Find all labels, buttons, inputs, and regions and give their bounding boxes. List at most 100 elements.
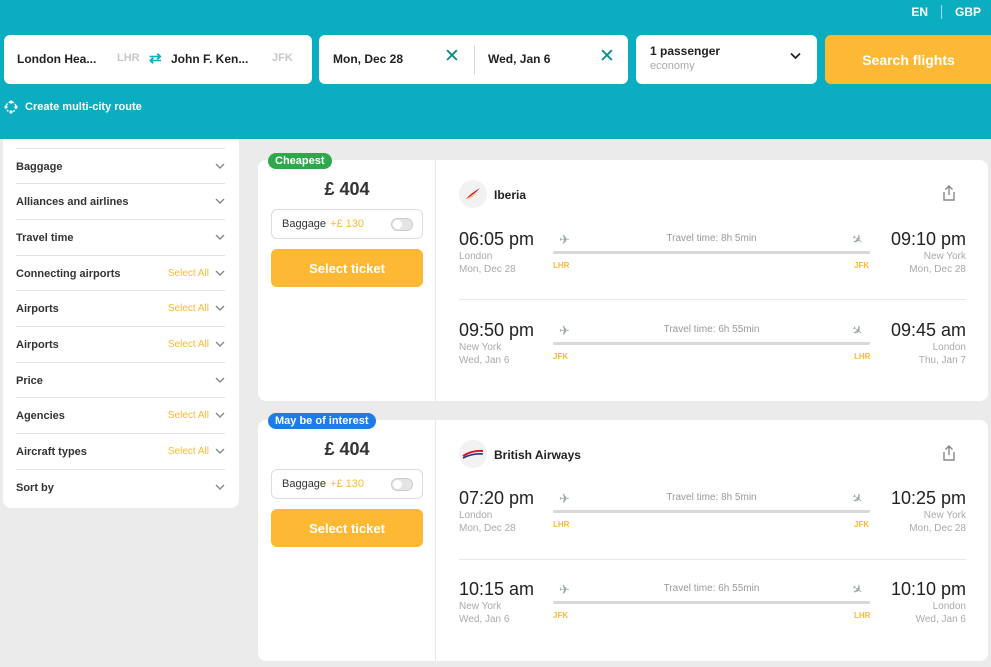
from-airport-code: JFK: [553, 352, 569, 361]
arrival-time: 10:25 pm: [890, 488, 966, 508]
chevron-down-icon: [215, 412, 225, 418]
multi-city-label: Create multi-city route: [25, 101, 142, 113]
swap-icon[interactable]: ⇄: [149, 49, 162, 67]
destination-field[interactable]: John F. Ken...: [171, 52, 248, 66]
select-all-link[interactable]: Select All: [168, 339, 209, 350]
toggle-switch[interactable]: [391, 218, 413, 231]
filter-baggage[interactable]: Baggage: [16, 148, 225, 184]
filter-label: Sort by: [16, 481, 54, 494]
airline-name: British Airways: [494, 448, 581, 462]
clear-return-icon[interactable]: ✕: [599, 47, 615, 66]
arrival-city: New York: [923, 251, 966, 262]
filter-label: Price: [16, 374, 43, 387]
airline-logo: [459, 440, 487, 468]
from-airport-code: JFK: [553, 611, 569, 620]
chevron-down-icon: [215, 341, 225, 347]
departure-date: Mon, Dec 28: [459, 264, 516, 275]
divider: [435, 160, 436, 401]
arrival-time: 09:10 pm: [890, 229, 966, 249]
chevron-down-icon: [215, 448, 225, 454]
iberia-logo-icon: [466, 188, 480, 199]
filter-connecting-airports[interactable]: Connecting airports Select All: [16, 255, 225, 291]
top-nav: EN GBP: [911, 5, 981, 19]
search-flights-button[interactable]: Search flights: [825, 35, 991, 84]
divider: [459, 559, 966, 560]
to-airport-code: LHR: [854, 611, 871, 620]
filter-label: Alliances and airlines: [16, 195, 129, 208]
currency-selector[interactable]: GBP: [955, 5, 981, 19]
ticket-price: £ 404: [324, 179, 370, 199]
ticket-price: £ 404: [324, 439, 370, 459]
route-box: London Hea... LHR ⇄ John F. Ken... JFK: [4, 35, 312, 84]
outbound-leg: 06:05 pm London Mon, Dec 28 ✈ Travel tim…: [459, 229, 966, 289]
origin-field[interactable]: London Hea...: [17, 52, 96, 66]
baggage-label: Baggage: [282, 218, 327, 230]
origin-code: LHR: [117, 52, 140, 64]
clear-depart-icon[interactable]: ✕: [444, 47, 460, 66]
arrival-date: Mon, Dec 28: [909, 264, 966, 275]
baggage-toggle[interactable]: Baggage +£ 130: [271, 469, 423, 499]
language-selector[interactable]: EN: [911, 5, 928, 19]
route-icon: [4, 100, 18, 114]
arrival-time: 09:45 am: [890, 320, 966, 340]
select-all-link[interactable]: Select All: [168, 303, 209, 314]
toggle-switch[interactable]: [391, 478, 413, 491]
share-icon[interactable]: [942, 185, 956, 201]
route-line: [553, 510, 870, 513]
departure-city: New York: [459, 601, 502, 612]
filter-label: Travel time: [16, 231, 74, 244]
result-card: Cheapest £ 404 Baggage +£ 130 Select tic…: [258, 153, 988, 401]
filter-price[interactable]: Price: [16, 362, 225, 398]
departure-date: Wed, Jan 6: [459, 614, 510, 625]
search-header: EN GBP London Hea... LHR ⇄ John F. Ken..…: [0, 0, 991, 139]
filter-airports-arrival[interactable]: Airports Select All: [16, 326, 225, 362]
cabin-class: economy: [650, 60, 695, 72]
select-all-link[interactable]: Select All: [168, 410, 209, 421]
filter-airports-departure[interactable]: Airports Select All: [16, 290, 225, 326]
select-ticket-button[interactable]: Select ticket: [271, 509, 423, 547]
baggage-extra-price: +£ 130: [330, 218, 364, 230]
return-leg: 09:50 pm New York Wed, Jan 6 ✈ Travel ti…: [459, 320, 966, 380]
arrival-date: Mon, Dec 28: [909, 523, 966, 534]
travel-time: Travel time: 6h 55min: [663, 583, 760, 594]
departure-time: 10:15 am: [459, 579, 535, 599]
british-airways-logo-icon: [462, 449, 484, 459]
passenger-selector[interactable]: 1 passenger economy: [636, 35, 817, 84]
select-all-link[interactable]: Select All: [168, 446, 209, 457]
arrival-date: Wed, Jan 6: [915, 614, 966, 625]
departure-date: Wed, Jan 6: [459, 355, 510, 366]
cheapest-badge: Cheapest: [268, 153, 332, 169]
depart-date-field[interactable]: Mon, Dec 28: [333, 52, 403, 66]
select-all-link[interactable]: Select All: [168, 268, 209, 279]
airline-logo: [459, 180, 487, 208]
arrival-city: London: [932, 342, 966, 353]
select-ticket-button[interactable]: Select ticket: [271, 249, 423, 287]
filter-aircraft-types[interactable]: Aircraft types Select All: [16, 433, 225, 469]
filter-label: Connecting airports: [16, 267, 121, 280]
baggage-toggle[interactable]: Baggage +£ 130: [271, 209, 423, 239]
chevron-down-icon: [215, 484, 225, 490]
share-icon[interactable]: [942, 445, 956, 461]
chevron-down-icon: [215, 163, 225, 169]
departure-date: Mon, Dec 28: [459, 523, 516, 534]
departure-time: 07:20 pm: [459, 488, 535, 508]
result-card: May be of interest £ 404 Baggage +£ 130 …: [258, 413, 988, 661]
baggage-label: Baggage: [282, 478, 327, 490]
travel-time: Travel time: 8h 5min: [666, 233, 757, 244]
filter-sort-by[interactable]: Sort by: [16, 469, 225, 505]
filter-label: Agencies: [16, 409, 65, 422]
outbound-leg: 07:20 pm London Mon, Dec 28 ✈ Travel tim…: [459, 488, 966, 548]
divider: [459, 299, 966, 300]
chevron-down-icon: [215, 270, 225, 276]
filter-agencies[interactable]: Agencies Select All: [16, 397, 225, 433]
arrival-city: New York: [923, 510, 966, 521]
return-date-field[interactable]: Wed, Jan 6: [488, 52, 550, 66]
route-line: [553, 342, 870, 345]
travel-time: Travel time: 6h 55min: [663, 324, 760, 335]
filter-label: Airports: [16, 338, 59, 351]
baggage-extra-price: +£ 130: [330, 478, 364, 490]
multi-city-link[interactable]: Create multi-city route: [4, 100, 142, 114]
departure-city: London: [459, 251, 493, 262]
filter-travel-time[interactable]: Travel time: [16, 219, 225, 255]
filter-alliances[interactable]: Alliances and airlines: [16, 183, 225, 219]
